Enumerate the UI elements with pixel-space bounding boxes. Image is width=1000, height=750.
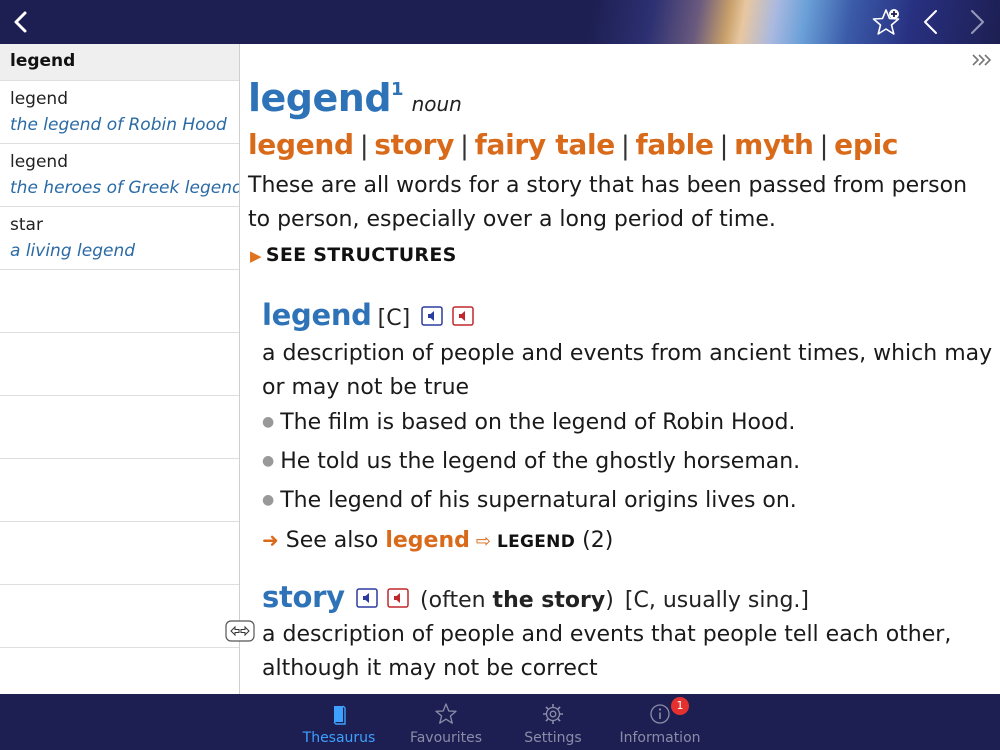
tab-settings[interactable]: Settings [503, 694, 603, 750]
tab-favourites[interactable]: Favourites [396, 694, 496, 750]
example-sentence: ● The film is based on the legend of Robi… [262, 410, 795, 435]
see-also-label: See also [285, 528, 379, 553]
info-icon [650, 704, 670, 724]
example-text: He told us the legend of the ghostly hor… [280, 449, 801, 474]
list-item-word: legend [10, 152, 68, 172]
star-add-icon[interactable] [870, 6, 902, 38]
bullet-icon: ● [262, 492, 275, 508]
sense-definition: a description of people and events from … [262, 341, 993, 400]
bullet-icon: ● [262, 453, 275, 469]
sense-heading: legend [C] [262, 298, 475, 332]
see-also-link[interactable]: legend [385, 528, 470, 553]
tab-label: Favourites [409, 730, 483, 746]
see-structures-toggle[interactable]: ▶ SEE STRUCTURES [250, 244, 457, 266]
sidebar-toolbar [0, 0, 240, 44]
empty-row [0, 459, 239, 522]
tab-bar: Thesaurus Favourites Settings 1 Informat… [0, 694, 1000, 750]
grammar-code: [C] [377, 306, 411, 331]
grammar-code: [C, usually sing.] [624, 588, 809, 613]
separator: | [359, 131, 369, 161]
example-text: The film is based on the legend of Robin… [280, 410, 796, 435]
previous-entry-icon[interactable] [916, 6, 948, 38]
grammar-bold: the story [492, 588, 606, 613]
chevron-left-icon[interactable] [6, 6, 38, 38]
empty-row [0, 396, 239, 459]
separator: | [460, 131, 469, 161]
audio-us-icon[interactable] [452, 306, 475, 326]
results-list: legend legend the legend of Robin Hood l… [0, 44, 240, 694]
list-item[interactable]: legend the heroes of Greek legend [0, 144, 239, 207]
list-item-word: star [10, 215, 43, 235]
group-description: These are all words for a story that has… [248, 173, 968, 232]
empty-row [0, 522, 239, 585]
bullet-icon: ● [262, 414, 275, 430]
list-item-example: the heroes of Greek legend [10, 178, 240, 198]
grammar-pre: (often [420, 588, 493, 613]
headword: legend [248, 76, 392, 120]
list-item[interactable]: legend the legend of Robin Hood [0, 81, 239, 144]
empty-row [0, 585, 239, 648]
synonym-link[interactable]: epic [834, 128, 898, 161]
arrow-right-icon: ➜ [262, 528, 279, 552]
synonym-link[interactable]: myth [734, 128, 814, 161]
synonym-link[interactable]: story [374, 128, 454, 161]
see-also-line: ➜ See also legend ⇨ LEGEND (2) [262, 528, 613, 553]
tab-information[interactable]: 1 Information [610, 694, 710, 750]
grammar-post: ) [605, 588, 614, 613]
sense-word: story [262, 580, 345, 614]
sense-definition: a description of people and events that … [262, 622, 952, 681]
tab-label: Thesaurus [302, 730, 376, 746]
sense-heading: story (often the story) [C, usually sing… [262, 580, 809, 614]
synonym-link[interactable]: fable [635, 128, 714, 161]
example-sentence: ● He told us the legend of the ghostly ho… [262, 449, 800, 474]
list-item-example: a living legend [10, 241, 136, 261]
separator: | [719, 131, 729, 161]
example-text: The legend of his supernatural origins l… [280, 488, 797, 513]
xref-target[interactable]: LEGEND [497, 532, 575, 552]
notification-badge: 1 [671, 697, 689, 715]
triangle-right-icon: ▶ [250, 247, 262, 265]
empty-row [0, 333, 239, 396]
tab-label: Settings [524, 730, 582, 746]
book-icon [333, 705, 346, 725]
example-sentence: ● The legend of his supernatural origins … [262, 488, 797, 513]
list-item[interactable]: star a living legend [0, 207, 239, 270]
gear-icon [543, 704, 563, 724]
audio-uk-icon[interactable] [421, 306, 444, 326]
list-item-example: the legend of Robin Hood [10, 115, 227, 135]
empty-row [0, 270, 239, 333]
entry-content: legend1noun legend | story | fairy tale | fabl… [240, 44, 1000, 694]
tab-thesaurus[interactable]: Thesaurus [289, 694, 389, 750]
panel-resize-icon[interactable] [225, 620, 255, 642]
synonym-group: legend | story | fairy tale | fable | myth | epic [248, 128, 898, 161]
separator: | [819, 131, 829, 161]
audio-uk-icon[interactable] [356, 588, 378, 608]
synonym-link[interactable]: fairy tale [475, 128, 616, 161]
audio-us-icon[interactable] [387, 588, 409, 608]
grammar-note: (often the story) [420, 588, 614, 613]
main-toolbar [240, 0, 1000, 44]
xref-number: (2) [582, 528, 614, 553]
separator: | [620, 131, 630, 161]
see-structures-label: SEE STRUCTURES [265, 244, 457, 266]
list-item-word: legend [10, 89, 68, 109]
results-header: legend [0, 44, 239, 81]
expand-panel-icon[interactable] [970, 52, 992, 68]
tab-label: Information [619, 730, 701, 746]
entry-heading: legend1 noun [248, 76, 462, 124]
part-of-speech: noun [411, 92, 462, 116]
star-icon [435, 703, 457, 724]
homograph-number: 1 [391, 79, 404, 100]
next-entry-icon[interactable] [960, 6, 992, 38]
synonym-link[interactable]: legend [248, 128, 354, 161]
sense-word: legend [262, 298, 372, 332]
xref-arrow-icon: ⇨ [475, 531, 491, 552]
